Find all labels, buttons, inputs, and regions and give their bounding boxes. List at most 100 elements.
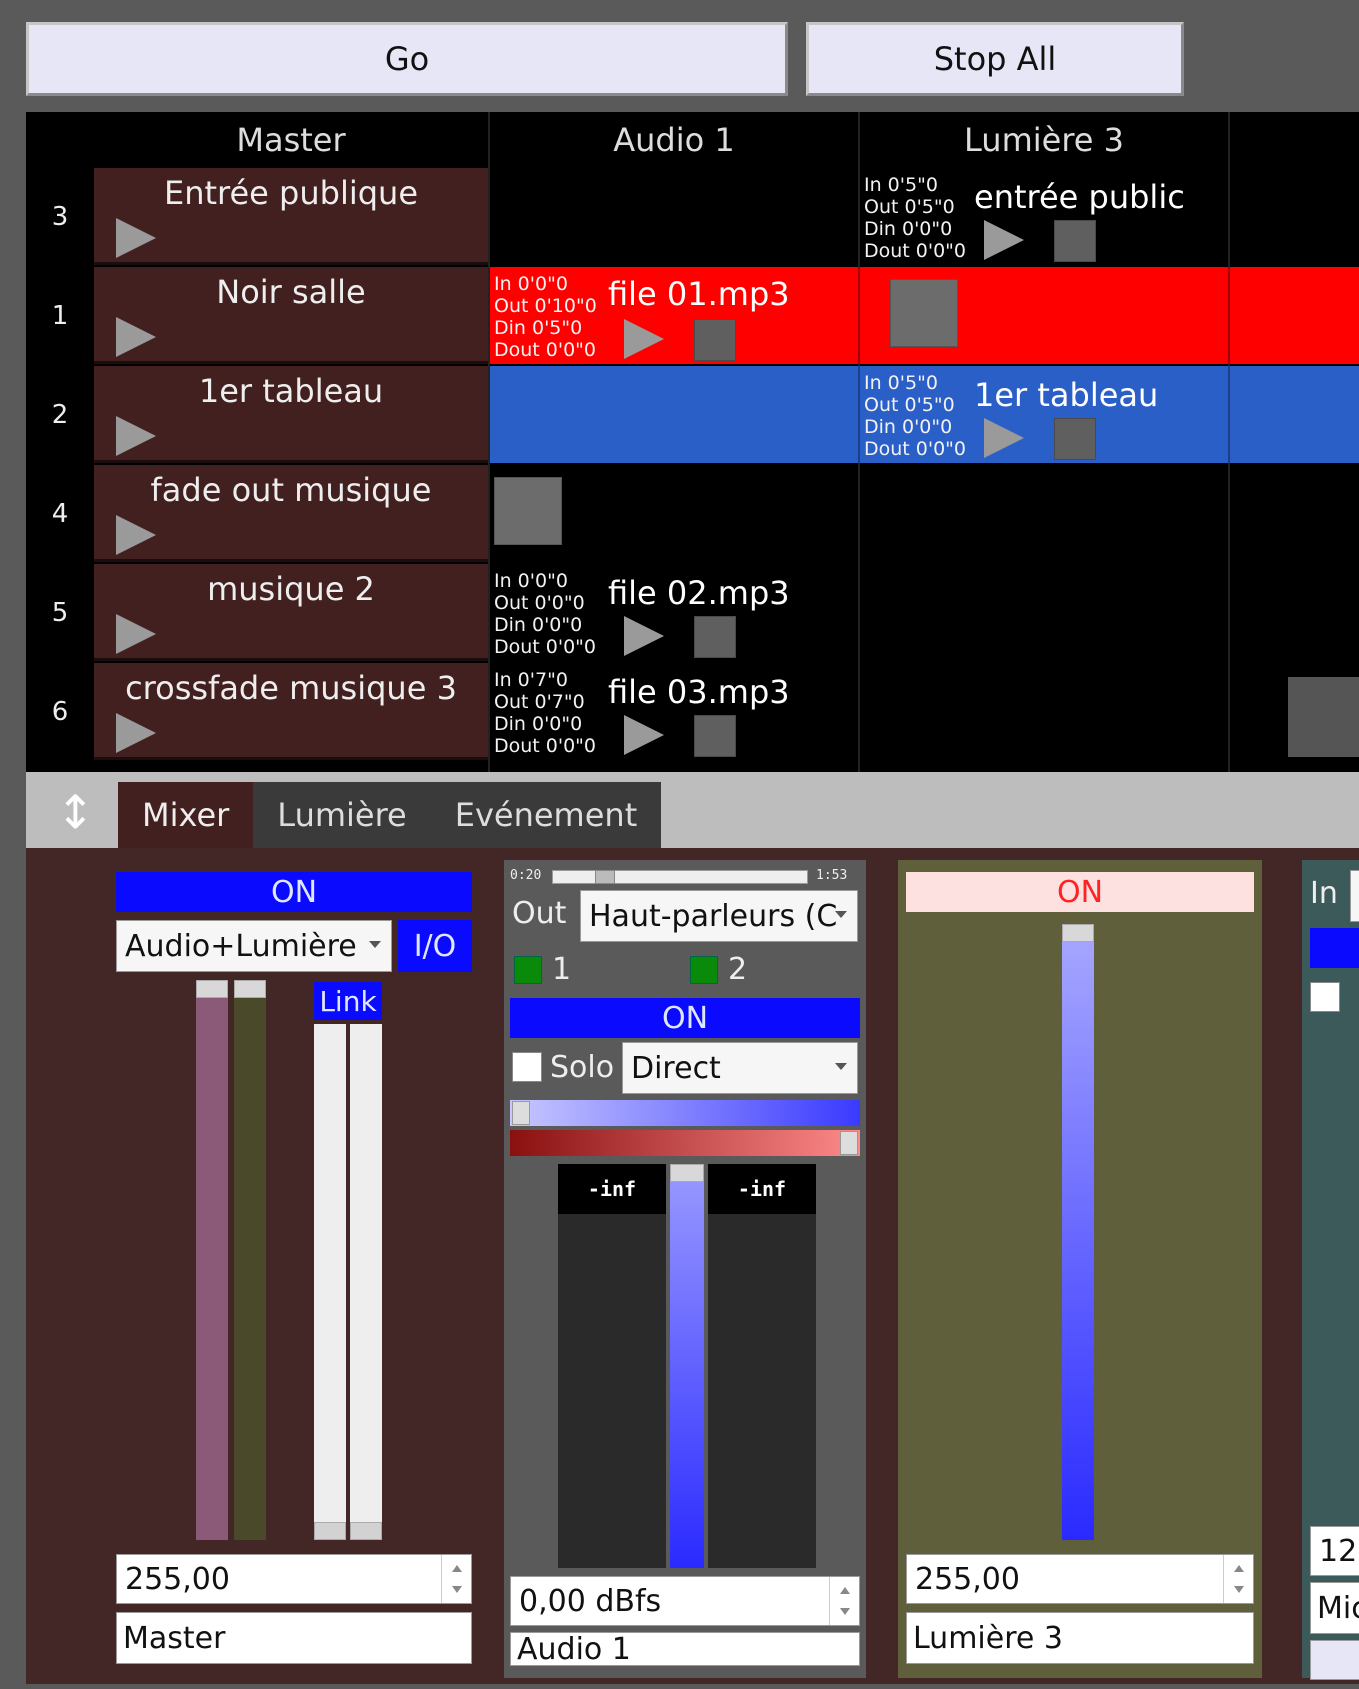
channel-2-indicator[interactable] bbox=[690, 956, 718, 984]
tab-mixer[interactable]: Mixer bbox=[118, 782, 254, 848]
fader-handle[interactable] bbox=[1062, 924, 1094, 942]
cue-number: 5 bbox=[51, 597, 69, 628]
play-icon[interactable] bbox=[116, 713, 156, 753]
partial-value-spinbox[interactable]: 12 bbox=[1310, 1526, 1359, 1576]
balance-handle[interactable] bbox=[840, 1131, 858, 1155]
output-device-value: Haut-parleurs (C bbox=[589, 898, 838, 934]
cue-times: In 0'0"0 Out 0'0"0 Din 0'0"0 Dout 0'0"0 bbox=[494, 570, 597, 658]
cue-row[interactable]: 4 fade out musique bbox=[26, 465, 1359, 562]
play-icon[interactable] bbox=[624, 715, 664, 755]
cue-times: In 0'7"0 Out 0'7"0 Din 0'0"0 Dout 0'0"0 bbox=[494, 669, 597, 757]
partial-name-field[interactable]: Mic bbox=[1310, 1582, 1359, 1634]
cue-row[interactable]: 6 crossfade musique 3 In 0'7"0 Out 0'7"0… bbox=[26, 663, 1359, 760]
link-fader-right[interactable] bbox=[350, 1024, 382, 1540]
audio-1-name-field[interactable]: Audio 1 bbox=[510, 1632, 860, 1666]
play-icon[interactable] bbox=[624, 616, 664, 656]
link-button[interactable]: Link bbox=[314, 982, 382, 1020]
stop-all-button[interactable]: Stop All bbox=[806, 22, 1184, 96]
master-value-spinbox[interactable]: 255,00 bbox=[116, 1554, 472, 1604]
fader-handle[interactable] bbox=[670, 1164, 704, 1182]
resize-vertical-icon[interactable]: ↕ bbox=[56, 784, 95, 840]
master-cue-cell[interactable]: Noir salle bbox=[94, 267, 488, 364]
fader-handle[interactable] bbox=[234, 980, 266, 998]
master-strip: ON Audio+Lumière I/O Link 255,00 Master bbox=[108, 860, 472, 1678]
play-icon[interactable] bbox=[116, 416, 156, 456]
spin-arrows-icon[interactable] bbox=[441, 1555, 471, 1603]
stop-icon[interactable] bbox=[494, 477, 562, 545]
routing-select[interactable]: Direct bbox=[622, 1042, 858, 1094]
master-cue-cell[interactable]: Entrée publique bbox=[94, 168, 488, 265]
cue-number: 3 bbox=[51, 201, 69, 232]
lumiere-cue-cell[interactable]: In 0'5"0 Out 0'5"0 Din 0'0"0 Dout 0'0"0 … bbox=[860, 168, 1228, 265]
play-icon[interactable] bbox=[116, 515, 156, 555]
audio-1-volume-fader[interactable] bbox=[670, 1164, 704, 1568]
cue-row[interactable]: 5 musique 2 In 0'0"0 Out 0'0"0 Din 0'0"0… bbox=[26, 564, 1359, 661]
cue-row[interactable]: 1 Noir salle In 0'0"0 Out 0'10"0 Din 0'5… bbox=[26, 267, 1359, 364]
play-icon[interactable] bbox=[116, 218, 156, 258]
play-icon[interactable] bbox=[116, 317, 156, 357]
lumiere-3-value-spinbox[interactable]: 255,00 bbox=[906, 1554, 1254, 1604]
audio-cue-cell[interactable]: In 0'7"0 Out 0'7"0 Din 0'0"0 Dout 0'0"0 … bbox=[490, 663, 858, 760]
fader-handle[interactable] bbox=[350, 1522, 382, 1540]
audio-1-gain-spinbox[interactable]: 0,00 dBfs bbox=[510, 1576, 860, 1626]
stop-icon[interactable] bbox=[694, 616, 736, 658]
audio-1-strip: 0:20 1:53 Out Haut-parleurs (C 1 2 ON So… bbox=[504, 860, 866, 1678]
cue-name: crossfade musique 3 bbox=[125, 669, 457, 707]
play-icon[interactable] bbox=[116, 614, 156, 654]
cue-number: 2 bbox=[51, 399, 69, 430]
master-mode-value: Audio+Lumière bbox=[125, 928, 357, 964]
master-mode-select[interactable]: Audio+Lumière bbox=[116, 920, 392, 972]
mixer-panel: ON Audio+Lumière I/O Link 255,00 Master … bbox=[26, 848, 1359, 1684]
position-handle[interactable] bbox=[595, 870, 615, 884]
master-cue-cell[interactable]: crossfade musique 3 bbox=[94, 663, 488, 760]
audio-cue-cell[interactable]: In 0'0"0 Out 0'0"0 Din 0'0"0 Dout 0'0"0 … bbox=[490, 564, 858, 661]
tab-evenement[interactable]: Evénement bbox=[431, 782, 662, 848]
fader-handle[interactable] bbox=[314, 1522, 346, 1540]
audio-cue-cell[interactable]: In 0'0"0 Out 0'10"0 Din 0'5"0 Dout 0'0"0… bbox=[490, 267, 858, 364]
cue-row[interactable]: 2 1er tableau In 0'5"0 Out 0'5"0 Din 0'0… bbox=[26, 366, 1359, 463]
partial-button[interactable] bbox=[1310, 1640, 1359, 1680]
master-name-field[interactable]: Master bbox=[116, 1612, 472, 1664]
link-fader-left[interactable] bbox=[314, 1024, 346, 1540]
lumiere-3-on-button[interactable]: ON bbox=[906, 872, 1254, 912]
master-cue-cell[interactable]: fade out musique bbox=[94, 465, 488, 562]
cue-row[interactable]: 3 Entrée publique In 0'5"0 Out 0'5"0 Din… bbox=[26, 168, 1359, 265]
column-header-master[interactable]: Master bbox=[94, 112, 488, 168]
pan-handle[interactable] bbox=[512, 1101, 530, 1125]
stop-icon[interactable] bbox=[1054, 418, 1096, 460]
play-icon[interactable] bbox=[984, 220, 1024, 260]
column-header-lumiere-3[interactable]: Lumière 3 bbox=[860, 112, 1228, 168]
master-cue-cell[interactable]: 1er tableau bbox=[94, 366, 488, 463]
balance-slider[interactable] bbox=[510, 1130, 860, 1156]
input-select[interactable] bbox=[1350, 870, 1359, 922]
play-icon[interactable] bbox=[984, 418, 1024, 458]
solo-checkbox[interactable] bbox=[1310, 982, 1340, 1012]
lumiere-cue-cell[interactable]: In 0'5"0 Out 0'5"0 Din 0'0"0 Dout 0'0"0 … bbox=[860, 366, 1228, 463]
position-slider[interactable] bbox=[552, 870, 808, 884]
stop-icon[interactable] bbox=[694, 319, 736, 361]
fader-handle[interactable] bbox=[196, 980, 228, 998]
stop-icon[interactable] bbox=[694, 715, 736, 757]
spin-arrows-icon[interactable] bbox=[1223, 1555, 1253, 1603]
io-button[interactable]: I/O bbox=[398, 920, 472, 972]
master-cue-cell[interactable]: musique 2 bbox=[94, 564, 488, 661]
solo-checkbox[interactable] bbox=[512, 1052, 542, 1082]
pan-slider[interactable] bbox=[510, 1100, 860, 1126]
channel-1-indicator[interactable] bbox=[514, 956, 542, 984]
stop-icon[interactable] bbox=[1288, 677, 1359, 757]
play-icon[interactable] bbox=[624, 319, 664, 359]
audio-1-on-button[interactable]: ON bbox=[510, 998, 860, 1038]
output-device-select[interactable]: Haut-parleurs (C bbox=[580, 890, 858, 942]
tab-lumiere[interactable]: Lumière bbox=[253, 782, 430, 848]
stop-icon[interactable] bbox=[890, 279, 958, 347]
go-button[interactable]: Go bbox=[26, 22, 788, 96]
spin-arrows-icon[interactable] bbox=[829, 1577, 859, 1625]
lumiere-3-name-field[interactable]: Lumière 3 bbox=[906, 1612, 1254, 1664]
lumiere-3-fader[interactable] bbox=[1062, 924, 1094, 1540]
partial-on-button[interactable] bbox=[1310, 928, 1359, 968]
master-audio-fader[interactable] bbox=[196, 980, 228, 1540]
master-on-button[interactable]: ON bbox=[116, 872, 472, 912]
column-header-audio-1[interactable]: Audio 1 bbox=[490, 112, 858, 168]
stop-icon[interactable] bbox=[1054, 220, 1096, 262]
master-light-fader[interactable] bbox=[234, 980, 266, 1540]
